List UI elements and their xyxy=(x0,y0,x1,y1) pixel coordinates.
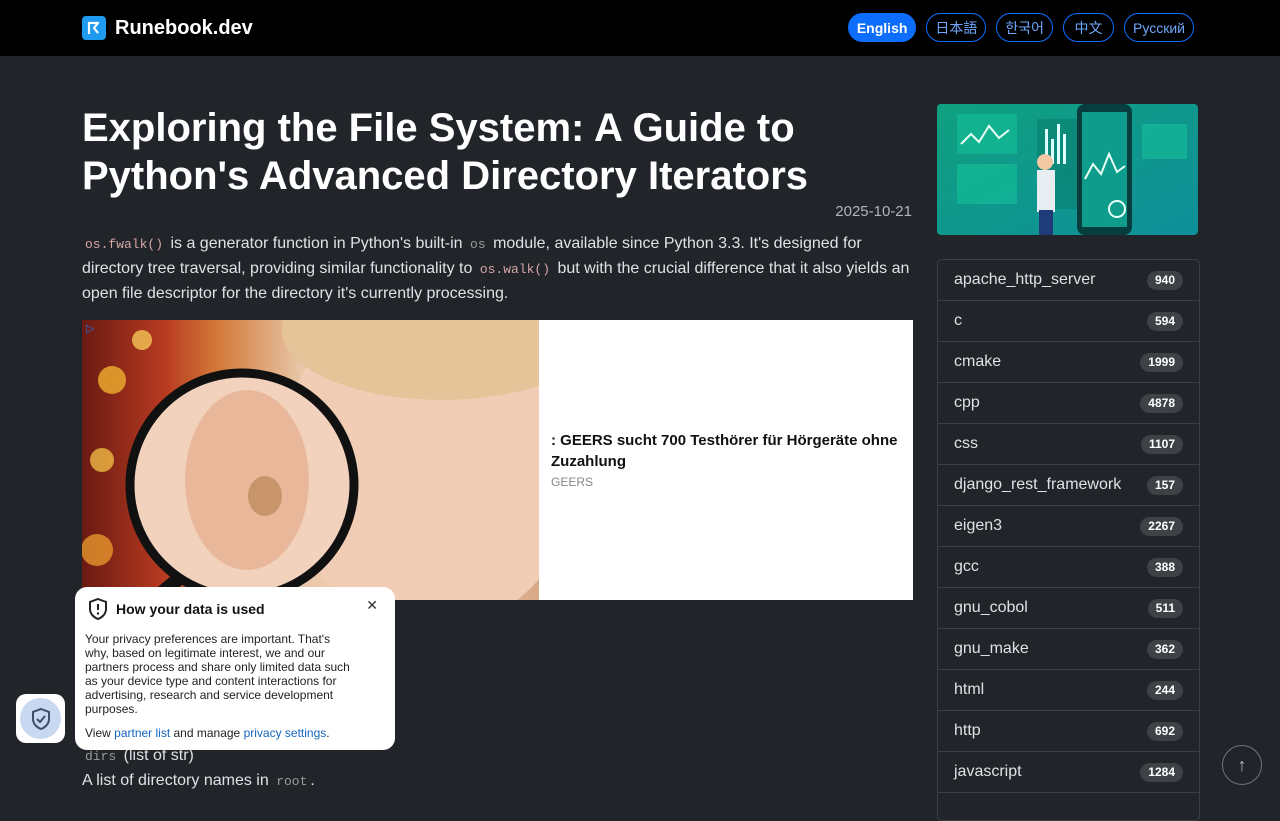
article-intro: os.fwalk() is a generator function in Py… xyxy=(82,232,912,306)
arrow-up-icon: ↑ xyxy=(1237,754,1247,775)
tag-name: gnu_cobol xyxy=(954,599,1028,616)
privacy-footer-text: and manage xyxy=(170,726,244,740)
tag-item-gnu-make[interactable]: gnu_make 362 xyxy=(938,629,1199,670)
tag-name: django_rest_framework xyxy=(954,476,1122,493)
tag-count-badge: 1107 xyxy=(1140,434,1183,454)
inline-code: os.walk() xyxy=(479,262,551,277)
param-name-code: dirs xyxy=(85,749,117,764)
privacy-footer: View partner list and manage privacy set… xyxy=(85,726,330,740)
scroll-to-top-button[interactable]: ↑ xyxy=(1222,745,1262,785)
brand-logo-icon xyxy=(82,16,106,40)
tag-item-cmake[interactable]: cmake 1999 xyxy=(938,342,1199,383)
tag-item-html[interactable]: html 244 xyxy=(938,670,1199,711)
privacy-settings-link[interactable]: privacy settings xyxy=(244,726,327,740)
close-icon[interactable]: ✕ xyxy=(366,597,378,614)
param-dirs: dirs (list of str) A list of directory n… xyxy=(82,744,315,794)
tag-item-eigen3[interactable]: eigen3 2267 xyxy=(938,506,1199,547)
privacy-body: Your privacy preferences are important. … xyxy=(85,632,350,716)
lang-button-chinese[interactable]: 中文 xyxy=(1063,13,1115,42)
sidebar-tag-list: apache_http_server 940 c 594 cmake 1999 cpp… xyxy=(937,259,1200,821)
tag-name: apache_http_server xyxy=(954,271,1096,288)
tag-item-apache-http-server[interactable]: apache_http_server 940 xyxy=(938,260,1199,301)
article-title: Exploring the File System: A Guide to Py… xyxy=(82,106,809,198)
lang-button-russian[interactable]: Русский xyxy=(1124,13,1194,42)
partner-list-link[interactable]: partner list xyxy=(114,726,170,740)
tag-item-http[interactable]: http 692 xyxy=(938,711,1199,752)
language-switcher: English 日本語 한국어 中文 Русский xyxy=(847,13,1194,42)
ad-source: GEERS xyxy=(551,475,594,489)
tag-name: html xyxy=(954,681,985,698)
shield-icon xyxy=(89,598,107,620)
tag-item-cpp[interactable]: cpp 4878 xyxy=(938,383,1199,424)
tag-count-badge: 4878 xyxy=(1140,393,1183,413)
tag-name: c xyxy=(954,312,962,329)
tag-count-badge: 388 xyxy=(1146,557,1183,577)
tag-count-badge: 1284 xyxy=(1140,762,1183,782)
tag-count-badge: 244 xyxy=(1146,680,1183,700)
ad-info-icon[interactable]: ▷ xyxy=(86,322,94,335)
brand-link[interactable]: Runebook.dev xyxy=(82,16,253,40)
tag-count-badge: 157 xyxy=(1146,475,1183,495)
tag-count-badge: 692 xyxy=(1146,721,1183,741)
privacy-header: How your data is used xyxy=(88,598,265,620)
ad-title[interactable]: : GEERS sucht 700 Testhörer für Hörgerät… xyxy=(551,430,906,472)
inline-code: os.fwalk() xyxy=(85,237,164,252)
advertisement[interactable]: ▷ : GEERS sucht 700 Testhörer für Hörger… xyxy=(82,320,913,600)
tag-name: http xyxy=(954,722,981,739)
tag-item-gnu-cobol[interactable]: gnu_cobol 511 xyxy=(938,588,1199,629)
tag-count-badge: 1999 xyxy=(1140,352,1183,372)
tag-name: gnu_make xyxy=(954,640,1029,657)
ad-image[interactable]: ▷ xyxy=(82,320,539,600)
privacy-footer-text: View xyxy=(85,726,115,740)
tag-item-django-rest-framework[interactable]: django_rest_framework 157 xyxy=(938,465,1199,506)
param-desc-end: . xyxy=(310,772,315,789)
lang-button-japanese[interactable]: 日本語 xyxy=(926,13,987,42)
privacy-notice-popup: How your data is used ✕ Your privacy pre… xyxy=(75,587,395,750)
tag-count-badge: 940 xyxy=(1146,270,1183,290)
intro-text: is a generator function in Python's buil… xyxy=(166,235,468,252)
tag-name: css xyxy=(954,435,978,452)
tag-item-css[interactable]: css 1107 xyxy=(938,424,1199,465)
article-date: 2025-10-21 xyxy=(835,203,912,220)
tag-count-badge: 511 xyxy=(1147,598,1183,618)
privacy-footer-text: . xyxy=(326,726,330,740)
tag-name: eigen3 xyxy=(954,517,1003,534)
tag-item-javascript[interactable]: javascript 1284 xyxy=(938,752,1199,793)
privacy-settings-button[interactable] xyxy=(16,694,65,743)
tag-name: cpp xyxy=(954,394,980,411)
lang-button-english[interactable]: English xyxy=(847,13,917,42)
tag-count-badge: 594 xyxy=(1146,311,1183,331)
sidebar-banner-image xyxy=(937,104,1198,235)
param-desc: A list of directory names in xyxy=(82,772,274,789)
top-navbar: Runebook.dev English 日本語 한국어 中文 Русский xyxy=(0,0,1280,56)
tag-name: gcc xyxy=(954,558,979,575)
tag-count-badge: 362 xyxy=(1146,639,1183,659)
tag-name: cmake xyxy=(954,353,1002,370)
brand-name: Runebook.dev xyxy=(115,16,253,39)
tag-item-c[interactable]: c 594 xyxy=(938,301,1199,342)
tag-item-gcc[interactable]: gcc 388 xyxy=(938,547,1199,588)
tag-count-badge: 2267 xyxy=(1140,516,1183,536)
lang-button-korean[interactable]: 한국어 xyxy=(996,13,1054,42)
privacy-title: How your data is used xyxy=(116,601,265,617)
tag-name: javascript xyxy=(954,763,1022,780)
tag-item-partial[interactable] xyxy=(938,793,1199,820)
inline-code: root xyxy=(276,774,308,789)
inline-code: os xyxy=(470,237,486,252)
shield-check-icon xyxy=(20,698,61,739)
